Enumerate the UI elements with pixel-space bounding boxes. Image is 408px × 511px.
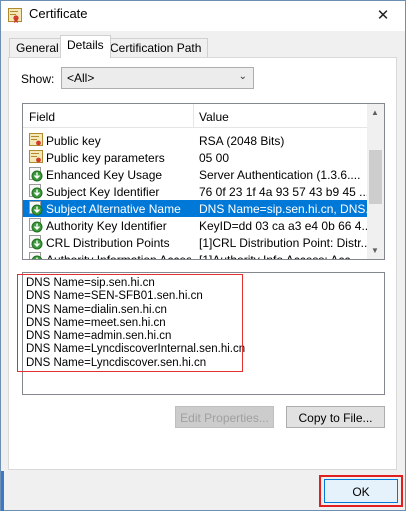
- scroll-up-icon[interactable]: ▲: [371, 108, 379, 117]
- field-name: Public key parameters: [46, 151, 165, 165]
- detail-line: DNS Name=SEN-SFB01.sen.hi.cn: [26, 290, 203, 303]
- extension-download-icon: [29, 184, 43, 199]
- close-button[interactable]: ✕: [361, 1, 405, 29]
- list-scrollbar[interactable]: ▲ ▼: [367, 104, 384, 259]
- column-header-value[interactable]: Value: [199, 110, 229, 124]
- detail-text: DNS Name=sip.sen.hi.cn DNS Name=SEN-SFB01…: [26, 277, 245, 370]
- list-item[interactable]: CRL Distribution Points [1]CRL Distributi…: [23, 234, 368, 251]
- detail-line: DNS Name=sip.sen.hi.cn: [26, 277, 155, 289]
- ok-button[interactable]: OK: [324, 479, 398, 503]
- extension-download-icon: [29, 167, 43, 182]
- list-rows: Public key RSA (2048 Bits) Public key para…: [23, 132, 368, 260]
- field-detail-textbox[interactable]: DNS Name=sip.sen.hi.cn DNS Name=SEN-SFB01…: [22, 272, 385, 395]
- button-label: OK: [352, 485, 370, 499]
- field-value: RSA (2048 Bits): [199, 134, 285, 148]
- show-dropdown[interactable]: <All> ⌄: [61, 67, 254, 89]
- certificate-field-icon: [29, 133, 43, 146]
- chevron-down-icon: ⌄: [238, 71, 247, 82]
- field-name: CRL Distribution Points: [46, 236, 170, 250]
- tab-label: Certification Path: [110, 41, 202, 55]
- window-edge-accent: [1, 471, 4, 511]
- detail-line: DNS Name=Lyncdiscover.sen.hi.cn: [26, 356, 207, 369]
- tab-general[interactable]: General: [9, 38, 66, 57]
- copy-to-file-button[interactable]: Copy to File...: [286, 406, 385, 428]
- column-divider[interactable]: [193, 104, 194, 128]
- tab-label: Details: [67, 38, 104, 52]
- list-item[interactable]: Authority Key Identifier KeyID=dd 03 ca a…: [23, 217, 368, 234]
- scroll-down-icon[interactable]: ▼: [371, 246, 379, 255]
- field-value: [1]CRL Distribution Point: Distr...: [199, 236, 367, 250]
- field-name: Authority Key Identifier: [46, 219, 167, 233]
- button-label: Edit Properties...: [180, 411, 269, 425]
- extension-download-icon: [29, 218, 43, 233]
- detail-line: DNS Name=meet.sen.hi.cn: [26, 316, 166, 329]
- field-name: Authority Information Access: [46, 253, 191, 260]
- title-bar: Certificate ✕: [1, 1, 405, 31]
- show-label: Show:: [21, 72, 55, 86]
- tab-label: General: [16, 41, 59, 55]
- detail-line: DNS Name=LyncdiscoverInternal.sen.hi.cn: [26, 343, 246, 356]
- detail-line: DNS Name=dialin.sen.hi.cn: [26, 303, 167, 316]
- scroll-thumb[interactable]: [369, 150, 382, 204]
- field-name: Public key: [46, 134, 101, 148]
- field-value: Server Authentication (1.3.6....: [199, 168, 361, 182]
- field-value: DNS Name=sip.sen.hi.cn, DNS...: [199, 202, 367, 216]
- certificate-field-icon: [29, 150, 43, 163]
- button-label: Copy to File...: [298, 411, 373, 425]
- certificate-icon: [8, 8, 22, 23]
- column-header-field[interactable]: Field: [29, 110, 55, 124]
- field-value: 05 00: [199, 151, 230, 165]
- fields-list[interactable]: Field Value Public key RSA (2048 Bits) Pub…: [22, 103, 385, 260]
- details-panel: Show: <All> ⌄ Field Value Public key RSA …: [8, 57, 397, 470]
- list-item[interactable]: Subject Alternative Name DNS Name=sip.sen…: [23, 200, 368, 217]
- field-value: [1]Authority Info Access: Acc...: [199, 253, 361, 260]
- list-item[interactable]: Public key RSA (2048 Bits): [23, 132, 368, 149]
- show-selected-value: <All>: [67, 71, 95, 85]
- tab-details[interactable]: Details: [60, 35, 111, 58]
- list-item[interactable]: Subject Key Identifier 76 0f 23 1f 4a 93 …: [23, 183, 368, 200]
- extension-download-icon: [29, 235, 43, 250]
- close-icon: ✕: [376, 7, 390, 24]
- tab-certification-path[interactable]: Certification Path: [103, 38, 209, 57]
- edit-properties-button[interactable]: Edit Properties...: [175, 406, 274, 428]
- list-item[interactable]: Authority Information Access [1]Authority…: [23, 251, 368, 260]
- field-value: KeyID=dd 03 ca a3 e4 0b 66 4...: [199, 219, 367, 233]
- list-header: Field Value: [23, 104, 368, 128]
- field-name: Enhanced Key Usage: [46, 168, 163, 182]
- list-item[interactable]: Enhanced Key Usage Server Authentication …: [23, 166, 368, 183]
- list-item[interactable]: Public key parameters 05 00: [23, 149, 368, 166]
- certificate-dialog: Certificate ✕ General Details Certificat…: [0, 0, 406, 511]
- window-title: Certificate: [29, 6, 88, 21]
- extension-download-icon: [29, 252, 43, 259]
- field-name: Subject Key Identifier: [46, 185, 160, 199]
- extension-download-icon: [29, 201, 43, 216]
- field-name: Subject Alternative Name: [46, 202, 181, 216]
- detail-line: DNS Name=admin.sen.hi.cn: [26, 330, 172, 343]
- field-value: 76 0f 23 1f 4a 93 57 43 b9 45 ...: [199, 185, 367, 199]
